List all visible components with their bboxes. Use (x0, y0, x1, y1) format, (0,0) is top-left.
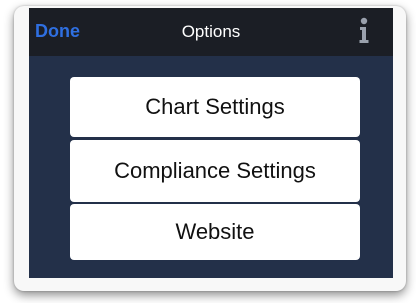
page-title: Options (181, 22, 241, 41)
options-screen: Done Options Chart Settings Compliance S… (29, 8, 393, 278)
website-button[interactable]: Website (70, 204, 360, 260)
navigation-bar: Done Options (29, 8, 393, 56)
chart-settings-button[interactable]: Chart Settings (70, 77, 360, 137)
info-icon[interactable] (354, 16, 374, 46)
compliance-settings-button[interactable]: Compliance Settings (70, 140, 360, 202)
